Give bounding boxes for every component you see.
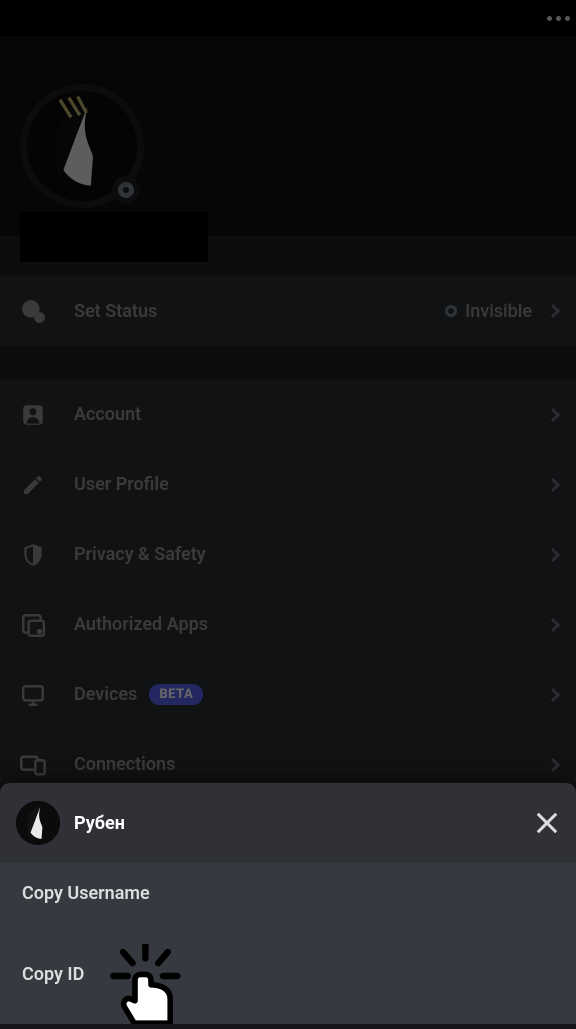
tap-hint-icon [100, 944, 190, 1004]
profile-banner [0, 36, 576, 236]
presence-indicator-offline-icon [112, 176, 140, 204]
username-redacted [20, 212, 208, 262]
more-options-icon[interactable] [547, 16, 572, 21]
chevron-right-icon [546, 757, 560, 771]
chevron-right-icon [546, 304, 560, 318]
chevron-right-icon [546, 687, 560, 701]
set-status-row[interactable]: Set Status Invisible [0, 276, 576, 346]
chevron-right-icon [546, 617, 560, 631]
status-section: Set Status Invisible [0, 276, 576, 346]
authorized-apps-row[interactable]: Authorized Apps [0, 590, 576, 660]
chevron-right-icon [546, 547, 560, 561]
copy-id-button[interactable]: Copy ID [0, 924, 576, 1024]
user-profile-label: User Profile [74, 474, 540, 495]
pencil-icon [18, 470, 48, 500]
user-settings-list: Account User Profile Privacy & Safety Au… [0, 380, 576, 800]
privacy-safety-label: Privacy & Safety [74, 544, 540, 565]
account-label: Account [74, 404, 540, 425]
chevron-right-icon [546, 477, 560, 491]
devices-row[interactable]: Devices BETA [0, 660, 576, 730]
avatar-container[interactable] [20, 84, 144, 208]
account-row[interactable]: Account [0, 380, 576, 450]
sheet-username: Рубен [74, 813, 520, 834]
shield-icon [18, 540, 48, 570]
status-icon [18, 296, 48, 326]
privacy-safety-row[interactable]: Privacy & Safety [0, 520, 576, 590]
sheet-avatar [16, 801, 60, 845]
invisible-presence-icon [445, 305, 457, 317]
chevron-right-icon [546, 407, 560, 421]
set-status-label: Set Status [74, 301, 445, 322]
devices-label: Devices [74, 684, 137, 705]
connections-label: Connections [74, 754, 540, 775]
top-bar [0, 0, 576, 36]
user-profile-row[interactable]: User Profile [0, 450, 576, 520]
copy-id-label: Copy ID [22, 964, 84, 985]
copy-username-button[interactable]: Copy Username [0, 863, 576, 924]
sheet-header: Рубен [0, 783, 576, 863]
copy-username-label: Copy Username [22, 883, 150, 904]
status-value-wrap: Invisible [445, 301, 558, 322]
status-value: Invisible [465, 301, 532, 322]
section-gap [0, 346, 576, 380]
person-icon [18, 400, 48, 430]
authorized-apps-label: Authorized Apps [74, 614, 540, 635]
user-action-sheet: Рубен Copy Username Copy ID [0, 783, 576, 1024]
apps-icon [18, 610, 48, 640]
devices-icon [18, 750, 48, 780]
monitor-icon [18, 680, 48, 710]
close-icon[interactable] [534, 810, 560, 836]
beta-badge: BETA [149, 684, 203, 705]
